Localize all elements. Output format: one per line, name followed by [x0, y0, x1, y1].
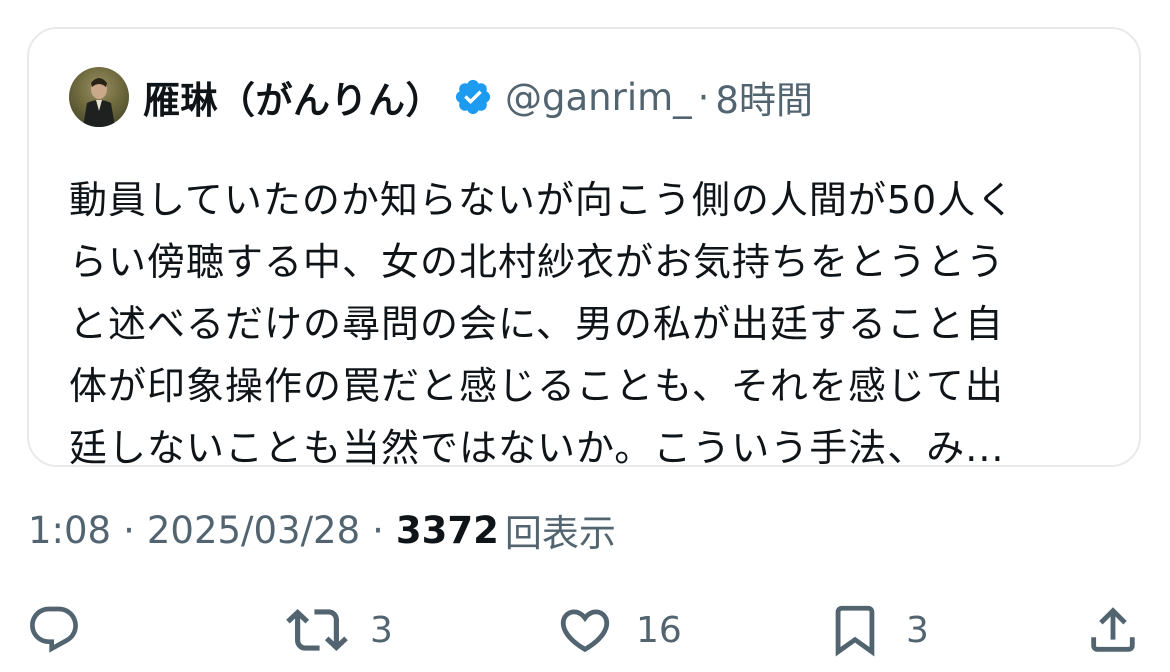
share-icon [1084, 601, 1142, 659]
user-avatar[interactable] [69, 67, 129, 127]
quoted-post-header: 雁琳（がんりん） @ganrim_ · 8時間 [69, 67, 813, 127]
heart-icon [556, 601, 614, 659]
text-line: 体が印象操作の罠だと感じることも、それを感じて出 [69, 364, 1004, 408]
text-line: 動員していたのか知らないが向こう側の人間が50人く [69, 178, 1016, 222]
quoted-post-card[interactable]: 雁琳（がんりん） @ganrim_ · 8時間 動員していたのか知らないが向こう… [27, 27, 1141, 470]
text-line: 廷しないことも当然ではないか。こういう手法、み... [69, 426, 1005, 470]
views-label: 回表示 [504, 512, 616, 555]
meta-separator: · [372, 508, 384, 552]
reply-icon [26, 602, 82, 658]
bookmark-button[interactable]: 3 [826, 598, 929, 662]
share-button[interactable] [1084, 598, 1142, 662]
meta-separator: · [123, 508, 135, 552]
quoted-post-text: 動員していたのか知らないが向こう側の人間が50人く らい傍聴する中、女の北村紗衣… [69, 169, 1109, 479]
reply-button[interactable] [26, 598, 104, 662]
avatar-figure [83, 78, 115, 127]
header-separator: · [697, 75, 710, 119]
retweet-count: 3 [370, 609, 393, 651]
bookmark-count: 3 [906, 609, 929, 651]
post-age[interactable]: 8時間 [715, 70, 813, 124]
like-count: 16 [636, 609, 682, 651]
text-line: と述べるだけの尋問の会に、男の私が出廷すること自 [69, 302, 1004, 346]
user-handle[interactable]: @ganrim_ [505, 76, 692, 119]
like-button[interactable]: 16 [556, 598, 682, 662]
retweet-button[interactable]: 3 [286, 598, 393, 662]
display-name[interactable]: 雁琳（がんりん） [143, 70, 443, 124]
post-action-bar: 3 16 3 [0, 598, 1170, 662]
text-line: らい傍聴する中、女の北村紗衣がお気持ちをとうとう [69, 240, 1006, 284]
bookmark-icon [826, 601, 884, 659]
views-count[interactable]: 3372 [396, 509, 499, 552]
verified-badge-icon [453, 77, 493, 117]
post-date[interactable]: 2025/03/28 [147, 509, 360, 552]
post-time[interactable]: 1:08 [28, 509, 111, 552]
post-metadata: 1:08 · 2025/03/28 · 3372 回表示 [28, 505, 616, 556]
retweet-icon [286, 599, 348, 661]
